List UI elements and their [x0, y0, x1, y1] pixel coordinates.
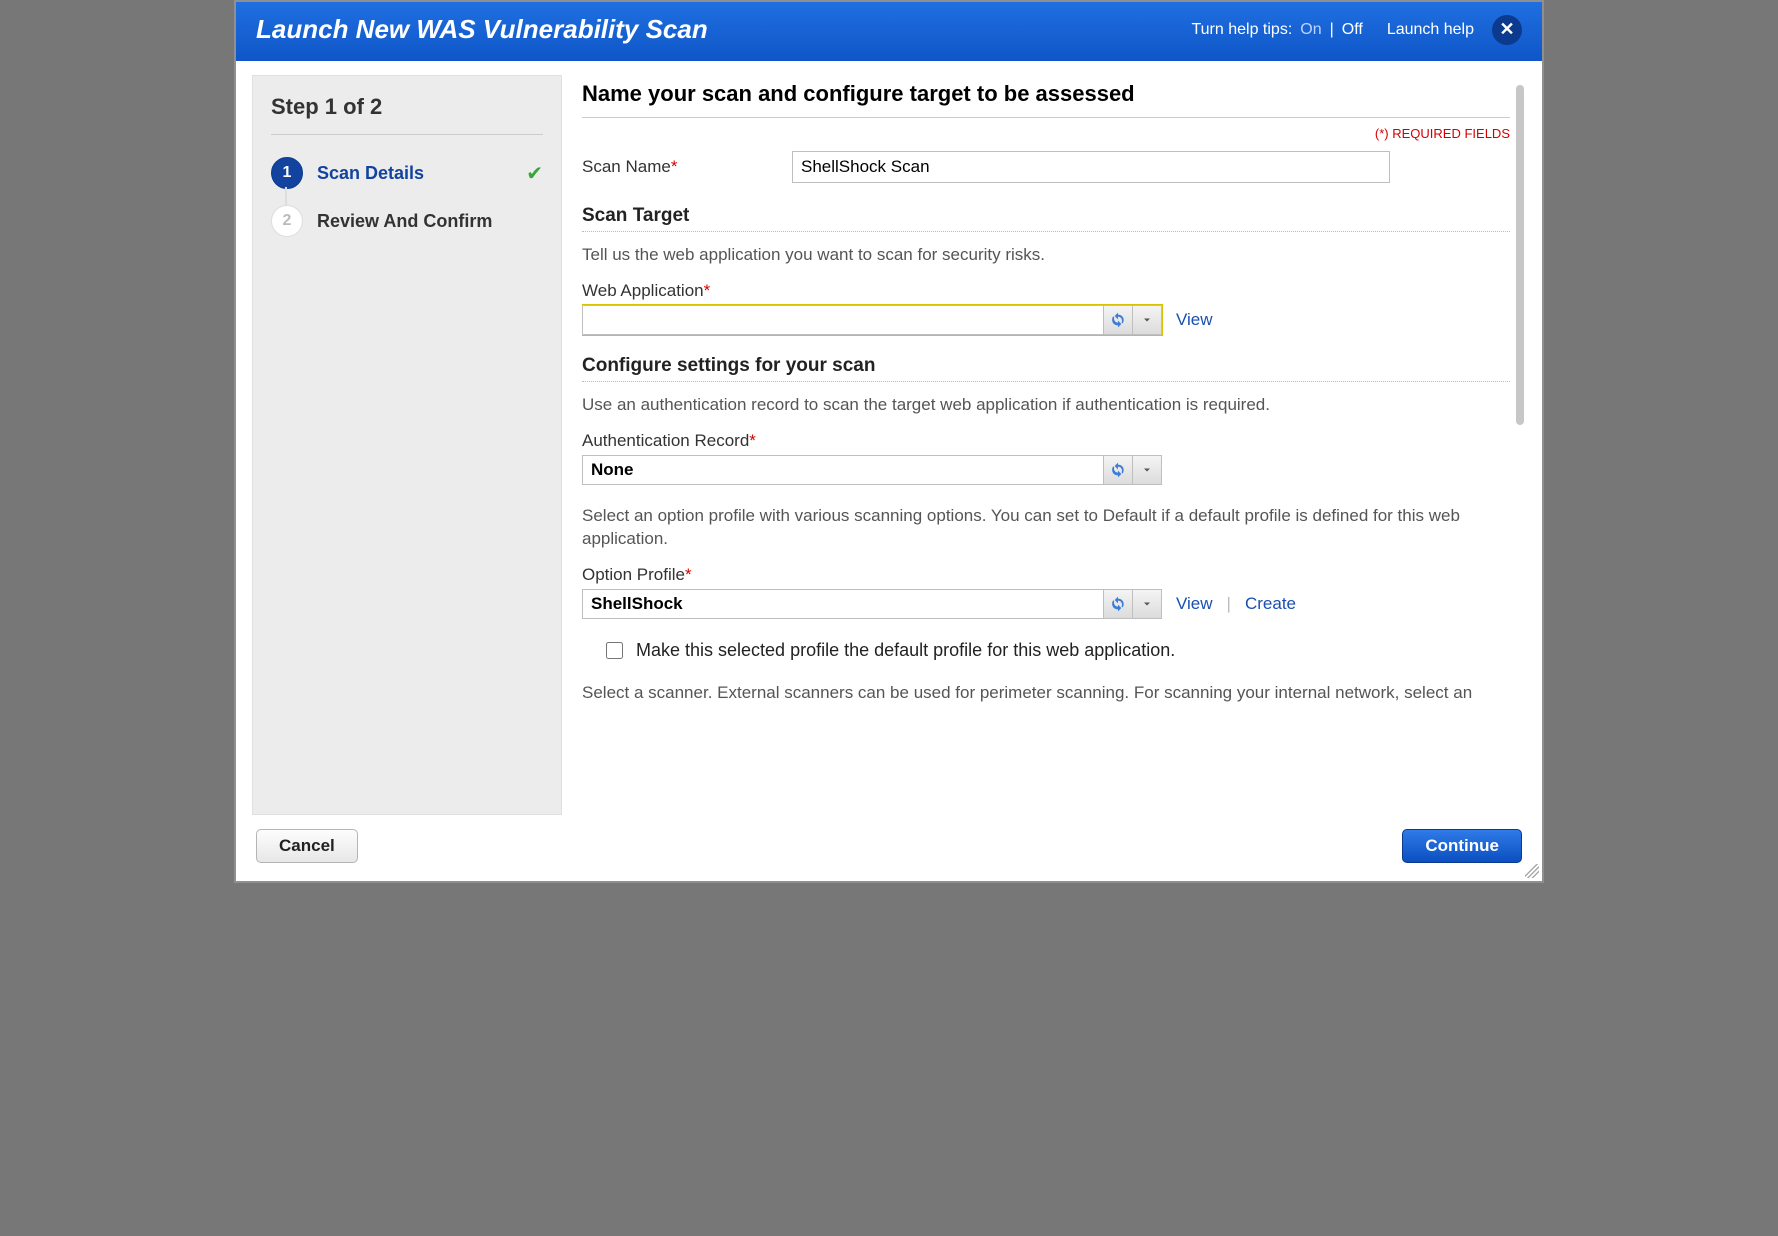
title-rule: [582, 117, 1510, 118]
sidebar: Step 1 of 2 1 Scan Details ✔ 2 Review An…: [252, 75, 562, 815]
checkmark-icon: ✔: [526, 161, 543, 186]
option-profile-row: View | Create: [582, 589, 1510, 619]
chevron-down-icon: [1141, 464, 1153, 476]
help-area: Turn help tips: On | Off Launch help ✕: [1191, 15, 1522, 45]
titlebar: Launch New WAS Vulnerability Scan Turn h…: [236, 2, 1542, 61]
help-tips-off[interactable]: Off: [1342, 21, 1363, 39]
dialog-title: Launch New WAS Vulnerability Scan: [256, 14, 1191, 45]
web-app-row: View: [582, 305, 1510, 335]
option-profile-refresh-button[interactable]: [1103, 590, 1132, 618]
scan-name-input[interactable]: [792, 151, 1390, 183]
close-button[interactable]: ✕: [1492, 15, 1522, 45]
auth-record-row: [582, 455, 1510, 485]
default-profile-label: Make this selected profile the default p…: [636, 640, 1175, 661]
help-tips-sep: |: [1330, 21, 1334, 39]
resize-grip-icon[interactable]: [1525, 864, 1539, 878]
auth-record-combo[interactable]: [582, 455, 1162, 485]
step-indicator: Step 1 of 2: [271, 94, 543, 120]
required-asterisk: *: [704, 281, 711, 300]
dialog-window: Launch New WAS Vulnerability Scan Turn h…: [234, 0, 1544, 883]
step-label-2: Review And Confirm: [317, 211, 492, 232]
configure-rule: [582, 381, 1510, 382]
continue-button[interactable]: Continue: [1402, 829, 1522, 863]
auth-record-dropdown-button[interactable]: [1132, 456, 1161, 484]
option-profile-combo[interactable]: [582, 589, 1162, 619]
required-asterisk: *: [685, 565, 692, 584]
refresh-icon: [1110, 596, 1126, 612]
scan-target-desc: Tell us the web application you want to …: [582, 244, 1510, 267]
step-label-1: Scan Details: [317, 163, 424, 184]
chevron-down-icon: [1141, 598, 1153, 610]
step-number-1: 1: [271, 157, 303, 189]
scan-target-heading: Scan Target: [582, 205, 1510, 227]
refresh-icon: [1110, 312, 1126, 328]
scrollbar-thumb[interactable]: [1516, 85, 1524, 425]
option-profile-input[interactable]: [583, 590, 1103, 618]
auth-record-label-text: Authentication Record: [582, 431, 749, 450]
refresh-icon: [1110, 462, 1126, 478]
web-app-refresh-button[interactable]: [1103, 306, 1132, 334]
scan-name-row: Scan Name*: [582, 151, 1510, 183]
step-scan-details[interactable]: 1 Scan Details ✔: [271, 149, 543, 197]
scan-target-rule: [582, 231, 1510, 232]
scanner-desc: Select a scanner. External scanners can …: [582, 682, 1510, 705]
required-asterisk: *: [749, 431, 756, 450]
option-profile-label-text: Option Profile: [582, 565, 685, 584]
web-app-dropdown-button[interactable]: [1132, 306, 1161, 334]
help-tips-on[interactable]: On: [1300, 21, 1321, 39]
footer: Cancel Continue: [236, 815, 1542, 881]
auth-record-refresh-button[interactable]: [1103, 456, 1132, 484]
step-review-confirm[interactable]: 2 Review And Confirm: [271, 197, 543, 245]
required-fields-note: (*) REQUIRED FIELDS: [582, 126, 1510, 141]
configure-heading: Configure settings for your scan: [582, 355, 1510, 377]
close-icon: ✕: [1499, 19, 1514, 40]
step-number-2: 2: [271, 205, 303, 237]
scrollbar[interactable]: [1514, 79, 1526, 811]
link-separator: |: [1227, 594, 1231, 614]
web-app-combo[interactable]: [582, 305, 1162, 335]
chevron-down-icon: [1141, 314, 1153, 326]
dialog-body: Step 1 of 2 1 Scan Details ✔ 2 Review An…: [236, 61, 1542, 815]
web-app-label-text: Web Application: [582, 281, 704, 300]
help-tips-label: Turn help tips:: [1191, 21, 1292, 39]
web-app-label: Web Application*: [582, 281, 1510, 301]
sidebar-rule: [271, 134, 543, 135]
page-title: Name your scan and configure target to b…: [582, 81, 1510, 107]
web-app-input[interactable]: [583, 306, 1103, 334]
required-asterisk: *: [671, 157, 678, 176]
main-panel: Name your scan and configure target to b…: [582, 75, 1526, 815]
scan-name-label: Scan Name*: [582, 157, 772, 177]
auth-record-label: Authentication Record*: [582, 431, 1510, 451]
launch-help-link[interactable]: Launch help: [1387, 21, 1474, 39]
auth-desc: Use an authentication record to scan the…: [582, 394, 1510, 417]
scan-name-label-text: Scan Name: [582, 157, 671, 176]
web-app-view-link[interactable]: View: [1176, 310, 1213, 330]
option-profile-dropdown-button[interactable]: [1132, 590, 1161, 618]
option-profile-view-link[interactable]: View: [1176, 594, 1213, 614]
default-profile-checkbox[interactable]: [606, 642, 623, 659]
option-profile-create-link[interactable]: Create: [1245, 594, 1296, 614]
cancel-button[interactable]: Cancel: [256, 829, 358, 863]
auth-record-input[interactable]: [583, 456, 1103, 484]
profile-desc: Select an option profile with various sc…: [582, 505, 1510, 551]
default-profile-row: Make this selected profile the default p…: [602, 639, 1510, 662]
option-profile-label: Option Profile*: [582, 565, 1510, 585]
